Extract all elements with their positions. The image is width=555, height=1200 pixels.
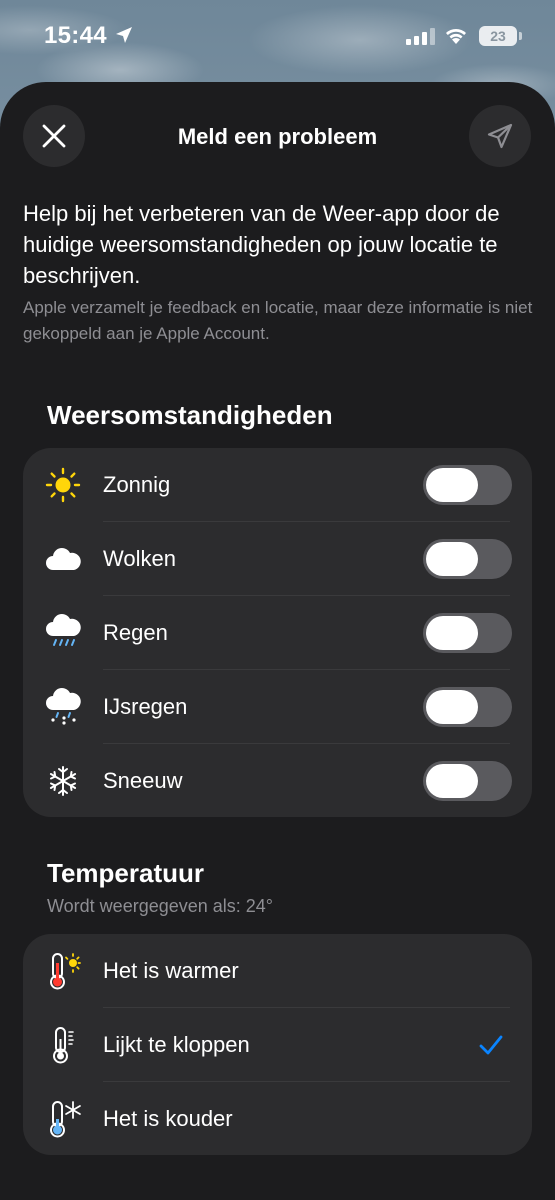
cloud-icon xyxy=(43,539,83,579)
toggle-knob xyxy=(426,542,478,576)
temperature-option-colder[interactable]: Het is kouder xyxy=(23,1082,532,1156)
sleet-icon xyxy=(43,687,83,727)
temperature-heading: Temperatuur xyxy=(47,858,204,888)
privacy-note: Apple verzamelt je feedback en locatie, … xyxy=(23,298,533,343)
conditions-heading: Weersomstandigheden xyxy=(47,400,333,430)
temperature-group: Het is warmer Lijkt te kloppen Het is ko… xyxy=(23,934,532,1155)
condition-row-sneeuw: Sneeuw xyxy=(23,744,532,818)
condition-label: Wolken xyxy=(103,546,176,571)
sun-icon xyxy=(43,465,83,505)
condition-row-regen: Regen xyxy=(23,596,532,670)
battery-level: 23 xyxy=(490,28,506,44)
temperature-subtitle: Wordt weergegeven als: 24° xyxy=(47,896,273,916)
location-arrow-icon xyxy=(116,27,132,43)
condition-label: Sneeuw xyxy=(103,768,183,793)
toggle-knob xyxy=(426,468,478,502)
condition-label: Regen xyxy=(103,620,168,645)
status-time: 15:44 xyxy=(44,22,107,49)
rain-icon xyxy=(43,613,83,653)
toggle-zonnig[interactable] xyxy=(423,465,512,505)
status-bar: 15:44 23 xyxy=(0,0,555,76)
toggle-ijsregen[interactable] xyxy=(423,687,512,727)
toggle-regen[interactable] xyxy=(423,613,512,653)
condition-label: Zonnig xyxy=(103,472,171,497)
temperature-option-warmer[interactable]: Het is warmer xyxy=(23,934,532,1008)
intro-text: Help bij het verbeteren van de Weer-app … xyxy=(23,201,500,288)
toggle-knob xyxy=(426,690,478,724)
toggle-knob xyxy=(426,616,478,650)
thermometer-icon xyxy=(43,1025,83,1065)
condition-row-zonnig: Zonnig xyxy=(23,448,532,522)
conditions-group: Zonnig Wolken Regen IJsregen Sneeuw xyxy=(23,448,532,817)
thermometer-snow-icon xyxy=(43,1099,83,1139)
battery-tip xyxy=(519,32,522,40)
temperature-option-label: Het is kouder xyxy=(103,1106,233,1131)
checkmark-icon xyxy=(479,1035,503,1055)
temperature-option-label: Lijkt te kloppen xyxy=(103,1032,250,1057)
toggle-knob xyxy=(426,764,478,798)
report-sheet: Meld een probleem Help bij het verbetere… xyxy=(0,82,555,1200)
send-button[interactable] xyxy=(469,105,531,167)
condition-row-wolken: Wolken xyxy=(23,522,532,596)
temperature-option-correct[interactable]: Lijkt te kloppen xyxy=(23,1008,532,1082)
condition-label: IJsregen xyxy=(103,694,188,719)
toggle-wolken[interactable] xyxy=(423,539,512,579)
signal-icon xyxy=(406,27,435,45)
temperature-option-label: Het is warmer xyxy=(103,958,239,983)
toggle-sneeuw[interactable] xyxy=(423,761,512,801)
wifi-icon xyxy=(446,29,466,44)
condition-row-ijsregen: IJsregen xyxy=(23,670,532,744)
thermometer-sun-icon xyxy=(43,951,83,991)
snowflake-icon xyxy=(43,761,83,801)
send-icon xyxy=(487,123,513,149)
battery-icon: 23 xyxy=(479,26,517,46)
